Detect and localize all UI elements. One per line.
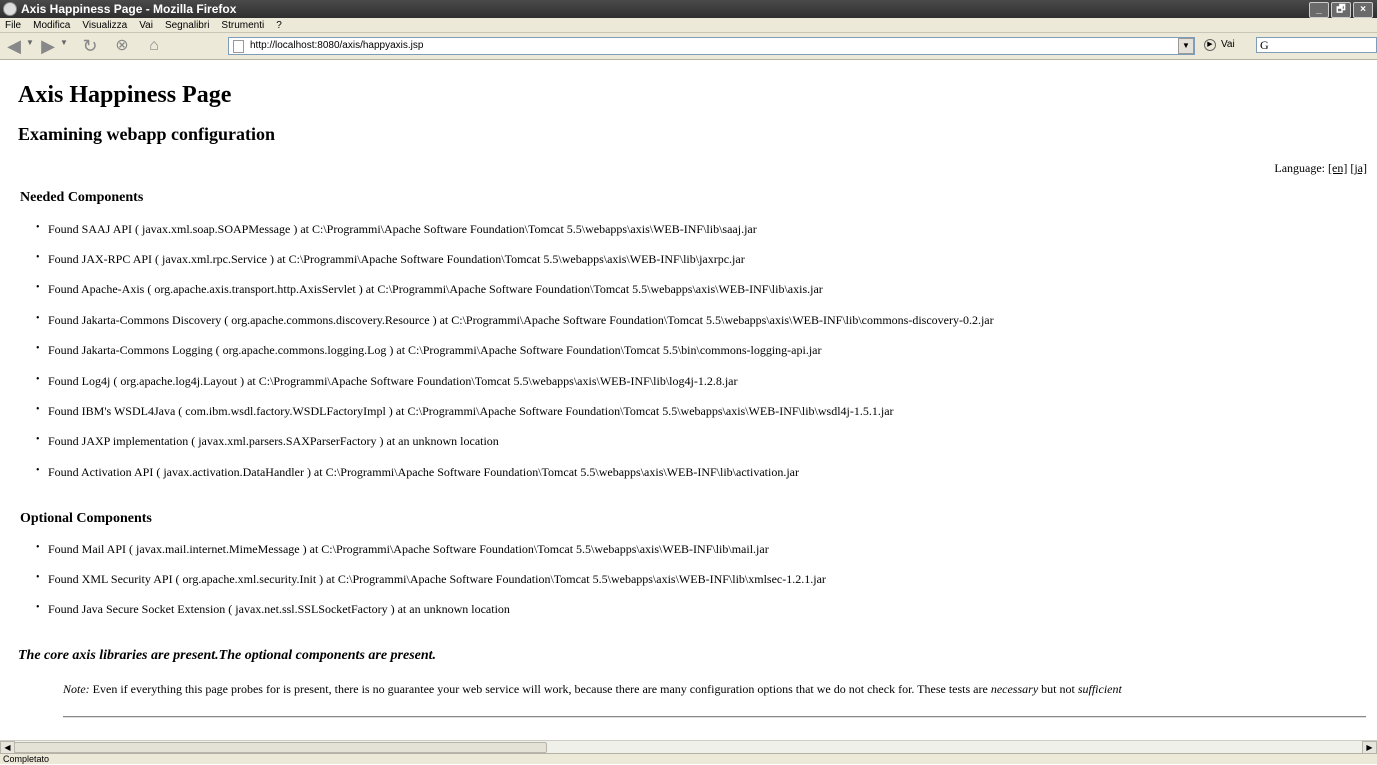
horizontal-scrollbar[interactable]: ◀ ▶ (0, 740, 1377, 754)
url-bar[interactable]: http://localhost:8080/axis/happyaxis.jsp (228, 37, 1195, 55)
status-bar: Completato (0, 753, 1377, 764)
firefox-icon (3, 2, 17, 16)
list-item: Found JAXP implementation ( javax.xml.pa… (36, 434, 499, 449)
menu-vai[interactable]: Vai (134, 20, 160, 31)
list-item: Found Java Secure Socket Extension ( jav… (36, 602, 510, 617)
language-selector: Language: [en] [ja] (1274, 161, 1367, 176)
forward-icon[interactable]: ▶ (38, 36, 58, 56)
minimize-button[interactable]: _ (1309, 2, 1329, 18)
language-link-en[interactable]: [en] (1328, 161, 1347, 175)
go-icon[interactable]: ▶ (1204, 39, 1216, 51)
window-controls: _ 🗗 × (1309, 2, 1373, 18)
url-text: http://localhost:8080/axis/happyaxis.jsp (250, 40, 424, 51)
menu-help[interactable]: ? (271, 20, 289, 31)
list-item: Found Apache-Axis ( org.apache.axis.tran… (36, 282, 823, 297)
navigation-toolbar: ◀ ▼ ▶ ▼ ↻ ⊗ ⌂ http://localhost:8080/axis… (0, 33, 1377, 60)
go-button[interactable]: Vai (1221, 39, 1235, 50)
list-item: Found XML Security API ( org.apache.xml.… (36, 572, 826, 587)
list-item: Found Activation API ( javax.activation.… (36, 465, 799, 480)
optional-components-heading: Optional Components (20, 511, 152, 526)
list-item: Found Mail API ( javax.mail.internet.Mim… (36, 542, 769, 557)
stop-icon[interactable]: ⊗ (112, 36, 132, 56)
note-sufficient: sufficient (1077, 682, 1122, 696)
forward-dropdown-icon[interactable]: ▼ (60, 38, 68, 47)
menu-visualizza[interactable]: Visualizza (77, 20, 134, 31)
menu-modifica[interactable]: Modifica (28, 20, 77, 31)
list-item: Found Log4j ( org.apache.log4j.Layout ) … (36, 374, 737, 389)
page-content: Axis Happiness Page Examining webapp con… (0, 60, 1377, 740)
horizontal-rule (63, 716, 1366, 718)
needed-components-heading: Needed Components (20, 190, 144, 205)
home-icon[interactable]: ⌂ (144, 36, 164, 56)
list-item: Found SAAJ API ( javax.xml.soap.SOAPMess… (36, 222, 757, 237)
page-icon (233, 40, 244, 53)
close-button[interactable]: × (1353, 2, 1373, 18)
note-label: Note: (63, 682, 90, 696)
list-item: Found Jakarta-Commons Discovery ( org.ap… (36, 313, 994, 328)
window-titlebar: Axis Happiness Page - Mozilla Firefox _ … (0, 0, 1377, 18)
note-text: Even if everything this page probes for … (89, 682, 991, 696)
summary-message: The core axis libraries are present.The … (18, 648, 437, 663)
language-link-ja[interactable]: [ja] (1350, 161, 1367, 175)
page-subtitle: Examining webapp configuration (18, 124, 276, 144)
menu-segnalibri[interactable]: Segnalibri (160, 20, 216, 31)
scrollbar-thumb[interactable] (14, 742, 547, 753)
back-icon[interactable]: ◀ (4, 36, 24, 56)
note-middle: but not (1038, 682, 1078, 696)
back-dropdown-icon[interactable]: ▼ (26, 38, 34, 47)
list-item: Found IBM's WSDL4Java ( com.ibm.wsdl.fac… (36, 404, 894, 419)
window-title: Axis Happiness Page - Mozilla Firefox (21, 2, 237, 16)
page-title: Axis Happiness Page (18, 82, 232, 108)
list-item: Found JAX-RPC API ( javax.xml.rpc.Servic… (36, 252, 745, 267)
search-input[interactable]: G (1256, 37, 1377, 53)
note-necessary: necessary (990, 682, 1039, 696)
note-paragraph: Note: Even if everything this page probe… (63, 682, 1363, 696)
maximize-button[interactable]: 🗗 (1331, 2, 1351, 18)
menu-file[interactable]: File (0, 20, 28, 31)
url-dropdown-icon[interactable]: ▼ (1178, 38, 1194, 54)
reload-icon[interactable]: ↻ (80, 36, 100, 56)
menu-strumenti[interactable]: Strumenti (216, 20, 271, 31)
list-item: Found Jakarta-Commons Logging ( org.apac… (36, 343, 821, 358)
language-label: Language: (1274, 161, 1326, 175)
menu-bar: File Modifica Visualizza Vai Segnalibri … (0, 18, 1377, 33)
